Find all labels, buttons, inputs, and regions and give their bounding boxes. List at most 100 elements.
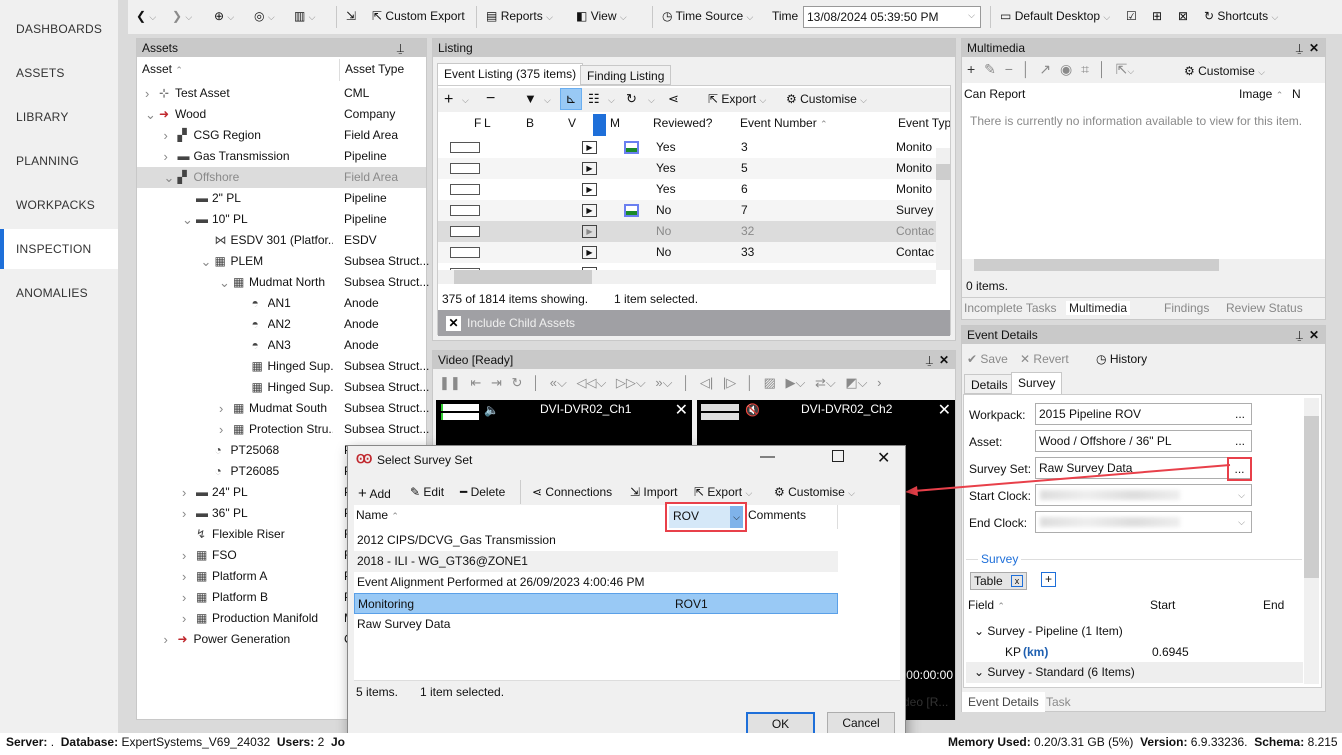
nav-item-inspection[interactable]: INSPECTION: [0, 229, 118, 269]
end-clock-select[interactable]: ⌵: [1035, 511, 1252, 533]
layout-icon[interactable]: ◩: [845, 375, 857, 390]
map-focus-icon[interactable]: ◎ ⌵: [254, 9, 275, 23]
nav-item-dashboards[interactable]: DASHBOARDS: [0, 9, 118, 49]
import-icon[interactable]: ⇲: [346, 9, 356, 23]
column-asset-type[interactable]: Asset Type: [345, 62, 404, 76]
chevron-down-icon[interactable]: ⌄: [201, 251, 212, 272]
column-m[interactable]: M: [610, 116, 620, 130]
listing-customise-button[interactable]: ⚙ Customise ⌵: [786, 92, 867, 106]
edit-icon[interactable]: ✎: [984, 61, 996, 77]
tab-review-status[interactable]: Review Status: [1226, 301, 1303, 315]
survey-set-row[interactable]: 2018 - ILI - WG_GT36@ZONE1: [354, 551, 838, 572]
tree-row[interactable]: › ▦ Protection Stru... Subsea Struct...: [137, 419, 429, 440]
column-name[interactable]: Name ⌃: [356, 508, 399, 522]
chevron-right-icon[interactable]: ›: [182, 587, 186, 608]
browse-button[interactable]: ...: [1235, 431, 1245, 451]
rov-column-filter[interactable]: ROV ⌵: [665, 502, 747, 532]
column-reviewed[interactable]: Reviewed?: [653, 116, 712, 130]
tab-incomplete-tasks[interactable]: Incomplete Tasks: [964, 301, 1057, 315]
column-event-number[interactable]: Event Number ⌃: [740, 116, 828, 130]
import-button[interactable]: ⇲ Import: [630, 485, 677, 499]
tree-row[interactable]: ◓ AN2 Anode: [137, 314, 426, 335]
nav-item-assets[interactable]: ASSETS: [0, 53, 118, 93]
video-play-icon[interactable]: ▶: [582, 221, 597, 242]
add-desktop-icon[interactable]: ⊞: [1152, 9, 1162, 23]
survey-set-row[interactable]: Event Alignment Performed at 26/09/2023 …: [354, 572, 838, 593]
close-icon[interactable]: ✕: [938, 400, 951, 420]
column-v[interactable]: V: [568, 116, 576, 130]
listing-row[interactable]: ▶ No 33 Contac: [438, 242, 936, 263]
minimize-button[interactable]: —: [760, 448, 775, 465]
column-event-type[interactable]: Event Type: [898, 116, 950, 130]
include-child-assets[interactable]: ✕ Include Child Assets: [438, 310, 950, 336]
remove-icon[interactable]: −: [486, 90, 495, 108]
chevron-right-icon[interactable]: ›: [164, 125, 168, 146]
step-start-icon[interactable]: ⇤: [470, 375, 481, 390]
listing-row[interactable]: ▶ Yes 5 Monito: [438, 158, 936, 179]
rewind-icon[interactable]: ◁◁: [576, 375, 596, 390]
nav-item-anomalies[interactable]: ANOMALIES: [0, 273, 118, 313]
chevron-right-icon[interactable]: ›: [164, 146, 168, 167]
mute-icon[interactable]: 🔇: [745, 403, 760, 417]
time-field[interactable]: 13/08/2024 05:39:50 PM ⌵: [803, 6, 981, 28]
chevron-right-icon[interactable]: ›: [182, 482, 186, 503]
tab-survey[interactable]: Survey: [1011, 372, 1063, 394]
fast-rewind-icon[interactable]: «: [550, 375, 557, 390]
tree-row[interactable]: ⌄ ➜ Wood Company: [137, 104, 426, 125]
column-end[interactable]: End: [1263, 598, 1284, 612]
eye-icon[interactable]: ◉: [1060, 61, 1072, 77]
chevron-down-icon[interactable]: ⌄: [145, 104, 156, 125]
multimedia-customise-button[interactable]: ⚙ Customise ⌵: [1184, 64, 1265, 78]
tree-row[interactable]: ⋈ ESDV 301 (Platfor... ESDV: [137, 230, 426, 251]
add-button[interactable]: + Add: [358, 485, 391, 502]
tab-finding-listing[interactable]: Finding Listing: [580, 65, 672, 85]
cancel-button[interactable]: Cancel: [827, 712, 895, 735]
chevron-right-icon[interactable]: ›: [182, 608, 186, 629]
custom-export-button[interactable]: ⇱ Custom Export: [372, 9, 465, 23]
tree-row[interactable]: ◓ AN3 Anode: [137, 335, 426, 356]
pin-icon[interactable]: ⍊: [926, 351, 933, 369]
close-icon[interactable]: ✕: [1309, 39, 1319, 57]
group-survey-pipeline[interactable]: ⌄ Survey - Pipeline (1 Item): [974, 624, 1123, 638]
replay-icon[interactable]: ↻: [511, 375, 522, 390]
nav-item-planning[interactable]: PLANNING: [0, 141, 118, 181]
close-icon[interactable]: ✕: [1309, 326, 1319, 344]
survey-set-row[interactable]: Raw Survey Data: [354, 614, 838, 635]
tree-row[interactable]: ▬ 2" PL Pipeline: [137, 188, 426, 209]
save-desktop-icon[interactable]: ☑: [1126, 9, 1137, 23]
workpack-field[interactable]: 2015 Pipeline ROV...: [1035, 403, 1252, 425]
crop-icon[interactable]: ⌗: [1081, 61, 1089, 77]
chevron-down-icon[interactable]: ⌄: [219, 272, 230, 293]
survey-set-row[interactable]: 2012 CIPS/DCVG_Gas Transmission: [354, 530, 838, 551]
video-play-icon[interactable]: ▶: [582, 137, 597, 158]
listing-row[interactable]: ▶ Yes 3 Monito: [438, 137, 936, 158]
tab-multimedia[interactable]: Multimedia: [1066, 301, 1131, 315]
column-l[interactable]: L: [484, 116, 491, 130]
pin-icon[interactable]: ⍊: [397, 39, 404, 57]
back-button[interactable]: ❮ ⌵: [136, 9, 156, 23]
tree-row[interactable]: ⌄ ▦ PLEM Subsea Struct...: [137, 251, 430, 272]
tree-row[interactable]: ⌄ ▞ Offshore Field Area: [137, 167, 426, 188]
multimedia-hscrollbar[interactable]: [962, 259, 1325, 271]
export-button[interactable]: ⇱ Export ⌵: [694, 485, 752, 499]
video-play-icon[interactable]: ▶: [582, 242, 597, 263]
add-icon[interactable]: +: [444, 91, 453, 109]
column-image[interactable]: Image ⌃: [1239, 87, 1283, 101]
survey-set-browse-button[interactable]: ...: [1227, 457, 1252, 481]
start-clock-select[interactable]: ⌵: [1035, 484, 1252, 506]
column-chooser-button[interactable]: [593, 114, 606, 136]
listing-row[interactable]: ▶ No 7 Survey N: [438, 200, 936, 221]
reports-button[interactable]: ▤ Reports ⌵: [486, 9, 553, 23]
connections-button[interactable]: ⋖ Connections: [532, 485, 612, 499]
video-tab-partial[interactable]: deo [R...: [903, 695, 948, 709]
shortcuts-button[interactable]: ↻ Shortcuts ⌵: [1204, 9, 1278, 23]
maximize-button[interactable]: [832, 450, 844, 462]
listing-export-button[interactable]: ⇱ Export ⌵: [708, 92, 766, 106]
globe-icon[interactable]: ⊕ ⌵: [214, 9, 234, 23]
details-vscrollbar[interactable]: [1304, 398, 1319, 684]
share-icon[interactable]: ⋖: [668, 91, 679, 107]
chevron-right-icon[interactable]: ›: [164, 629, 168, 650]
video-play-icon[interactable]: ▶: [582, 200, 597, 221]
ok-button[interactable]: OK: [746, 712, 815, 735]
column-start[interactable]: Start: [1150, 598, 1175, 612]
